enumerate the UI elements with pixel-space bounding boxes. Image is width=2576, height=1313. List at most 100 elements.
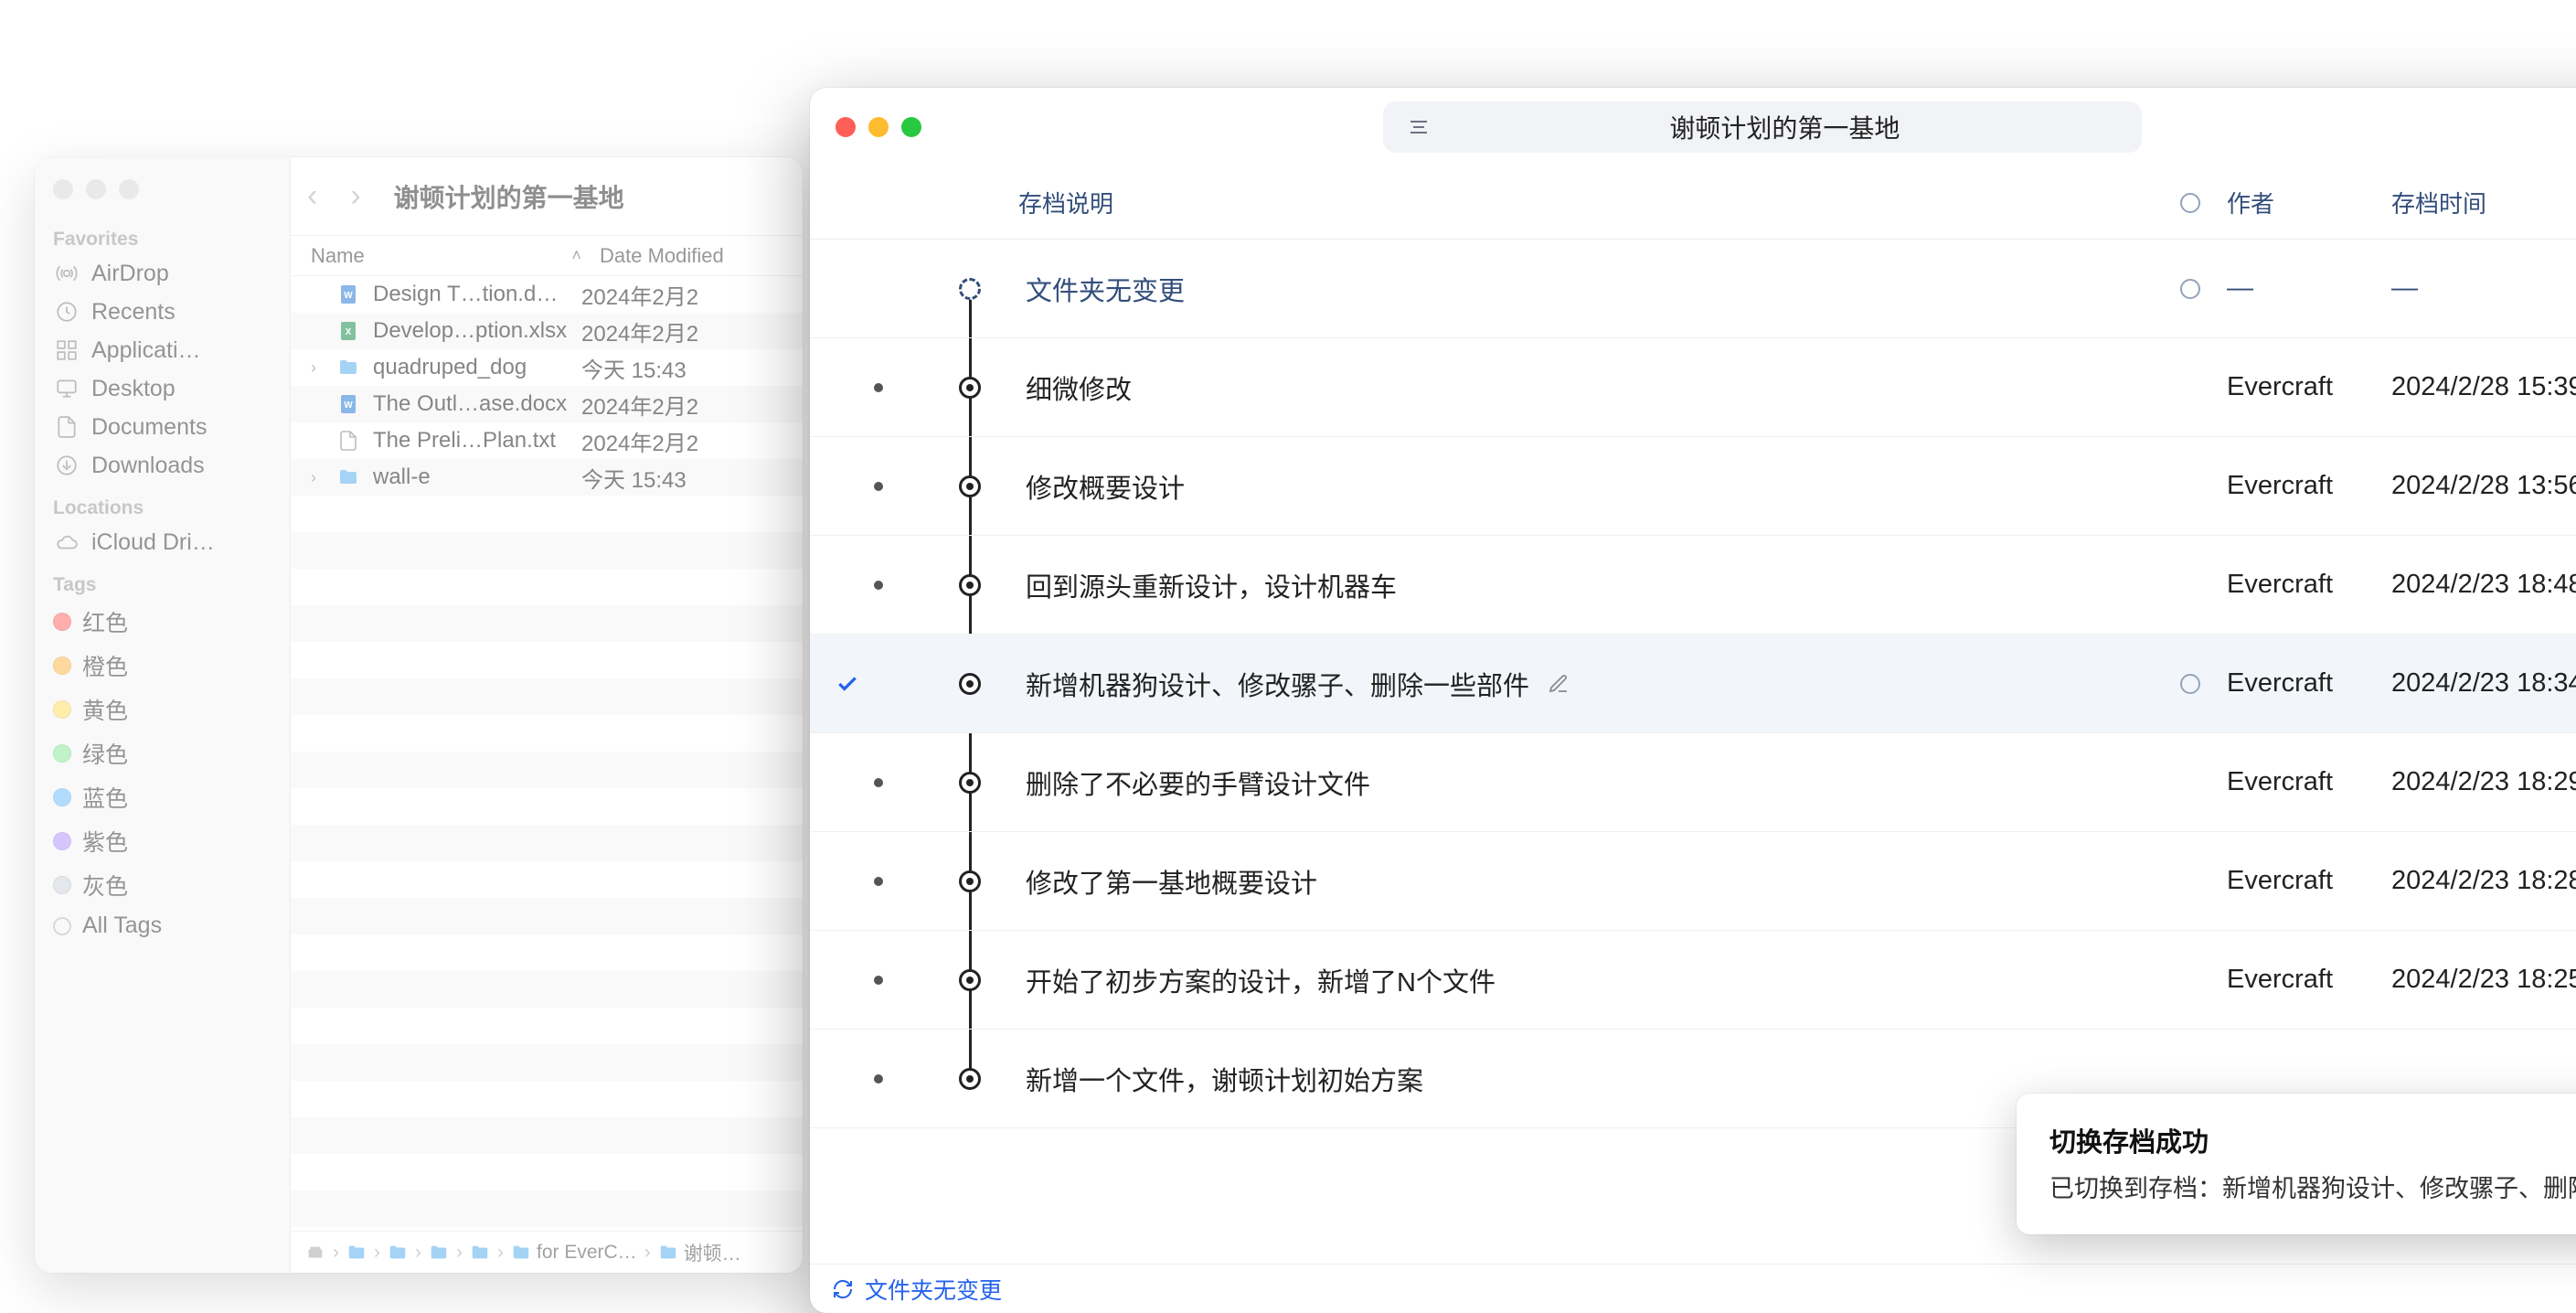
commit-row[interactable]: 回到源头重新设计，设计机器车Evercraft2024/2/23 18:48:5…: [810, 536, 2576, 635]
edit-icon[interactable]: [1548, 673, 1570, 695]
path-segment[interactable]: 谢顿…: [658, 1239, 741, 1266]
row-radio[interactable]: [2180, 279, 2200, 299]
menu-icon[interactable]: [1409, 119, 1429, 135]
finder-toolbar: ‹ › 谢顿计划的第一基地: [291, 157, 803, 236]
disclosure-icon[interactable]: ›: [311, 358, 324, 378]
file-date: 2024年2月2: [581, 279, 782, 311]
commit-time: 2024/2/23 18:34:07: [2391, 668, 2576, 699]
commit-desc: 细微修改: [1026, 368, 1132, 407]
evercraft-window: 谢顿计划的第一基地 Mini 存档说明 作者 存档时间 文件夹无变更——细微修改…: [810, 88, 2576, 1313]
sidebar-tag[interactable]: 蓝色: [35, 775, 290, 819]
finder-columns-header[interactable]: Name ˄ Date Modified: [291, 236, 803, 276]
commit-time: —: [2391, 273, 2576, 304]
traffic-minimize[interactable]: [86, 179, 106, 199]
file-date: 2024年2月2: [581, 425, 782, 457]
path-segment[interactable]: [429, 1243, 449, 1263]
commit-time: 2024/2/23 18:28:04: [2391, 866, 2576, 896]
select-all-radio[interactable]: [2180, 193, 2200, 213]
path-segment[interactable]: [305, 1243, 325, 1263]
sidebar-tag[interactable]: 黄色: [35, 688, 290, 731]
tags-label: Tags: [35, 561, 290, 600]
airdrop-icon: [53, 260, 80, 287]
sidebar-item-label: 红色: [82, 605, 128, 638]
col-desc[interactable]: 存档说明: [1018, 186, 2154, 219]
commit-row[interactable]: 删除了不必要的手臂设计文件Evercraft2024/2/23 18:29:16…: [810, 733, 2576, 832]
sidebar-tag[interactable]: 灰色: [35, 863, 290, 907]
file-row[interactable]: ›wall-e今天 15:43: [291, 459, 803, 496]
commit-row[interactable]: 文件夹无变更——: [810, 240, 2576, 338]
sidebar-item-airdrop[interactable]: AirDrop: [35, 254, 290, 293]
title-pill[interactable]: 谢顿计划的第一基地: [1383, 101, 2142, 153]
all-tags-icon: [53, 917, 71, 935]
column-date[interactable]: Date Modified: [600, 244, 782, 268]
traffic-close[interactable]: [836, 117, 856, 137]
status-dot-icon: [874, 581, 883, 590]
sidebar-tag[interactable]: 紫色: [35, 819, 290, 863]
file-row[interactable]: WThe Outl…ase.docx2024年2月2: [291, 386, 803, 422]
status-dot-icon: [874, 976, 883, 985]
refresh-icon[interactable]: [832, 1278, 854, 1300]
file-row[interactable]: XDevelop…ption.xlsx2024年2月2: [291, 313, 803, 349]
commit-row[interactable]: 修改概要设计Evercraft2024/2/28 13:56:57•••: [810, 437, 2576, 536]
column-name[interactable]: Name: [311, 244, 553, 268]
sidebar-item-label: 绿色: [82, 737, 128, 770]
commit-row[interactable]: 新增机器狗设计、修改骡子、删除一些部件Evercraft2024/2/23 18…: [810, 635, 2576, 733]
nav-forward-icon[interactable]: ›: [350, 178, 360, 214]
col-time[interactable]: 存档时间: [2391, 186, 2576, 219]
docx-icon: W: [336, 392, 360, 416]
toast-title: 切换存档成功: [2049, 1121, 2576, 1159]
commit-time: 2024/2/28 13:56:57: [2391, 471, 2576, 501]
commit-author: Evercraft: [2227, 372, 2391, 402]
tag-dot-icon: [53, 656, 71, 675]
finder-path-bar[interactable]: ›››››for EverC…›谢顿…: [291, 1231, 803, 1273]
status-bar: 文件夹无变更: [810, 1264, 2576, 1313]
file-row[interactable]: ›quadruped_dog今天 15:43: [291, 349, 803, 386]
file-name: quadruped_dog: [373, 355, 569, 380]
col-author[interactable]: 作者: [2227, 186, 2391, 219]
sidebar-tag[interactable]: 绿色: [35, 731, 290, 775]
commit-author: Evercraft: [2227, 668, 2391, 699]
evercraft-traffic-lights: [836, 117, 921, 137]
status-dot-icon: [874, 778, 883, 787]
commit-row[interactable]: 细微修改Evercraft2024/2/28 15:39:43•••: [810, 338, 2576, 437]
commit-row[interactable]: 开始了初步方案的设计，新增了N个文件Evercraft2024/2/23 18:…: [810, 931, 2576, 1030]
commit-author: Evercraft: [2227, 471, 2391, 501]
tag-dot-icon: [53, 700, 71, 719]
row-radio[interactable]: [2180, 674, 2200, 694]
traffic-zoom[interactable]: [901, 117, 921, 137]
status-text: 文件夹无变更: [865, 1273, 1002, 1306]
sidebar-item-recents[interactable]: Recents: [35, 293, 290, 331]
xlsx-icon: X: [336, 319, 360, 343]
recents-icon: [53, 298, 80, 326]
commit-time: 2024/2/23 18:29:16: [2391, 767, 2576, 797]
traffic-minimize[interactable]: [868, 117, 889, 137]
file-row[interactable]: WDesign T…tion.docx2024年2月2: [291, 276, 803, 313]
desktop-icon: [53, 375, 80, 402]
path-segment[interactable]: for EverC…: [511, 1242, 637, 1264]
disclosure-icon[interactable]: ›: [311, 468, 324, 487]
sidebar-item-icloud[interactable]: iCloud Dri…: [35, 523, 290, 561]
sidebar-tag[interactable]: 红色: [35, 600, 290, 644]
sidebar-item-label: Applicati…: [91, 337, 201, 364]
finder-traffic-lights: [35, 172, 290, 216]
sidebar-item-label: 橙色: [82, 649, 128, 682]
traffic-close[interactable]: [53, 179, 73, 199]
commit-desc: 开始了初步方案的设计，新增了N个文件: [1026, 961, 1496, 999]
sidebar-tag[interactable]: 橙色: [35, 644, 290, 688]
path-segment[interactable]: [470, 1243, 490, 1263]
commit-row[interactable]: 修改了第一基地概要设计Evercraft2024/2/23 18:28:04••…: [810, 832, 2576, 931]
finder-title: 谢顿计划的第一基地: [394, 178, 624, 215]
nav-back-icon[interactable]: ‹: [307, 178, 317, 214]
path-segment[interactable]: [388, 1243, 408, 1263]
downloads-icon: [53, 452, 80, 479]
path-segment[interactable]: [346, 1243, 367, 1263]
sidebar-item-label: Downloads: [91, 453, 205, 479]
commit-author: Evercraft: [2227, 767, 2391, 797]
sidebar-item-apps[interactable]: Applicati…: [35, 331, 290, 369]
sidebar-item-downloads[interactable]: Downloads: [35, 446, 290, 485]
file-row[interactable]: The Preli…Plan.txt2024年2月2: [291, 422, 803, 459]
sidebar-tag[interactable]: All Tags: [35, 907, 290, 945]
sidebar-item-desktop[interactable]: Desktop: [35, 369, 290, 408]
traffic-zoom[interactable]: [119, 179, 139, 199]
sidebar-item-documents[interactable]: Documents: [35, 408, 290, 446]
